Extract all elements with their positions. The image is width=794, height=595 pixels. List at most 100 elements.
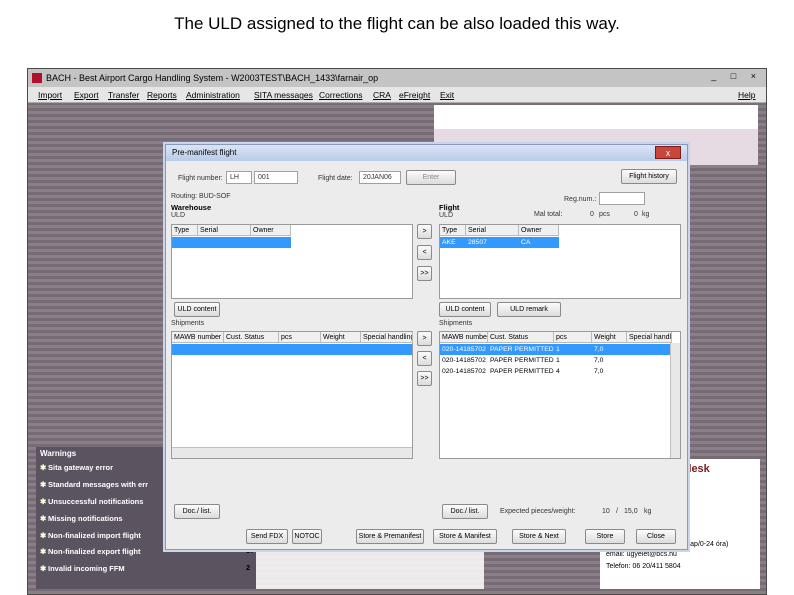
doc-list-button-left[interactable]: Doc./ list. xyxy=(174,504,220,519)
status-cell: PAPER PERMITTED xyxy=(490,357,554,364)
warehouse-shipments-label: Shipments xyxy=(171,320,205,327)
app-logo-icon xyxy=(32,73,42,83)
menu-export[interactable]: Export xyxy=(74,87,99,103)
move-right-button[interactable]: > xyxy=(417,331,432,346)
menu-corrections[interactable]: Corrections xyxy=(319,87,362,103)
table-row[interactable]: AKE 28507 CA xyxy=(440,237,559,248)
slide-caption: The ULD assigned to the flight can be al… xyxy=(174,14,620,33)
window-controls[interactable]: _ □ × xyxy=(711,71,762,85)
mawb-cell: 020-14185702 xyxy=(442,346,486,353)
warehouse-uld-label: ULD xyxy=(171,212,186,219)
store-button[interactable]: Store xyxy=(585,529,625,544)
flight-date-input[interactable]: 20JAN06 xyxy=(359,171,401,184)
mal-pcs-unit: pcs xyxy=(599,211,610,218)
menu-bar: Import Export Transfer Reports Administr… xyxy=(28,87,766,103)
notoc-button[interactable]: NOTOC xyxy=(292,529,322,544)
menu-cra[interactable]: CRA xyxy=(373,87,391,103)
flight-date-label: Flight date: xyxy=(318,175,353,182)
close-button[interactable]: Close xyxy=(636,529,676,544)
uld-remark-button[interactable]: ULD remark xyxy=(497,302,561,317)
mal-total-label: Mal total: xyxy=(534,211,563,218)
helpdesk-hours: (7 ap/0-24 óra) xyxy=(682,541,729,548)
table-row[interactable] xyxy=(172,344,412,355)
warning-label: Missing notifications xyxy=(48,514,123,523)
column-header[interactable]: Owner xyxy=(519,225,559,236)
move-right-button[interactable]: > xyxy=(417,224,432,239)
bullet-icon: ✱ xyxy=(40,463,47,472)
column-header[interactable]: MAWB number xyxy=(172,332,224,343)
column-header[interactable]: Type xyxy=(172,225,198,236)
menu-help[interactable]: Help xyxy=(738,87,755,103)
column-header[interactable]: Cust. Status xyxy=(224,332,279,343)
expected-sep: / xyxy=(616,508,618,515)
flight-shipments-grid[interactable]: MAWB number Cust. Status pcs Weight Spec… xyxy=(439,331,681,459)
bullet-icon: ✱ xyxy=(40,514,47,523)
doc-list-button-right[interactable]: Doc./ list. xyxy=(442,504,488,519)
flight-uld-grid[interactable]: Type Serial Owner AKE 28507 CA xyxy=(439,224,681,299)
column-header[interactable]: Serial xyxy=(466,225,519,236)
menu-import[interactable]: Import xyxy=(38,87,62,103)
column-header[interactable]: Weight xyxy=(321,332,361,343)
menu-reports[interactable]: Reports xyxy=(147,87,177,103)
close-icon[interactable]: x xyxy=(655,146,681,159)
uld-content-button-right[interactable]: ULD content xyxy=(439,302,491,317)
warning-label: Sita gateway error xyxy=(48,463,114,472)
mal-pcs-value: 0 xyxy=(590,211,594,218)
table-row[interactable] xyxy=(172,237,291,248)
move-left-button[interactable]: < xyxy=(417,351,432,366)
app-title-bar: BACH - Best Airport Cargo Handling Syste… xyxy=(28,69,766,87)
menu-efreight[interactable]: eFreight xyxy=(399,87,430,103)
enter-button[interactable]: Enter xyxy=(406,170,456,185)
warning-count: 2 xyxy=(246,563,251,572)
send-fdx-button[interactable]: Send FDX xyxy=(246,529,288,544)
store-manifest-button[interactable]: Store & Manifest xyxy=(433,529,497,544)
mal-kg-unit: kg xyxy=(642,211,650,218)
menu-sita-messages[interactable]: SITA messages xyxy=(254,87,313,103)
column-header[interactable]: pcs xyxy=(279,332,321,343)
flight-number-prefix-input[interactable]: LH xyxy=(226,171,252,184)
vertical-scrollbar[interactable] xyxy=(670,343,680,458)
flight-history-button[interactable]: Flight history xyxy=(621,169,677,184)
warnings-title: Warnings xyxy=(40,449,77,458)
column-header[interactable]: Cust. Status xyxy=(488,332,554,343)
flight-number-input[interactable]: 001 xyxy=(254,171,298,184)
warning-label: Invalid incoming FFM xyxy=(48,564,125,573)
bullet-icon: ✱ xyxy=(40,480,47,489)
table-row[interactable]: 020-14185702 PAPER PERMITTED 1 7,0 xyxy=(440,355,672,366)
warning-label: Non-finalized import flight xyxy=(48,531,141,540)
reg-num-label: Reg.num.: xyxy=(564,196,597,203)
uld-content-button-left[interactable]: ULD content xyxy=(174,302,220,317)
menu-exit[interactable]: Exit xyxy=(440,87,454,103)
horizontal-scrollbar[interactable] xyxy=(172,447,412,458)
store-next-button[interactable]: Store & Next xyxy=(512,529,566,544)
column-header[interactable]: Type xyxy=(440,225,466,236)
menu-administration[interactable]: Administration xyxy=(186,87,240,103)
table-row[interactable]: 020-14185702 PAPER PERMITTED 4 7,0 xyxy=(440,366,672,377)
pcs-cell: 1 xyxy=(556,357,560,364)
move-all-button[interactable]: >> xyxy=(417,266,432,281)
weight-cell: 7,0 xyxy=(594,346,604,353)
column-header[interactable]: pcs xyxy=(554,332,592,343)
column-header[interactable]: Owner xyxy=(251,225,291,236)
menu-transfer[interactable]: Transfer xyxy=(108,87,139,103)
bullet-icon: ✱ xyxy=(40,547,47,556)
move-left-button[interactable]: < xyxy=(417,245,432,260)
store-premanifest-button[interactable]: Store & Premanifest xyxy=(356,529,424,544)
column-header[interactable]: Serial xyxy=(198,225,251,236)
weight-cell: 7,0 xyxy=(594,368,604,375)
column-header[interactable]: Special handl xyxy=(627,332,672,343)
column-header[interactable]: MAWB number xyxy=(440,332,488,343)
bullet-icon: ✱ xyxy=(40,564,47,573)
status-cell: PAPER PERMITTED xyxy=(490,368,554,375)
routing-label: Routing: BUD-SOF xyxy=(171,193,231,200)
table-row[interactable]: 020-14185702 PAPER PERMITTED 1 7,0 xyxy=(440,344,672,355)
column-header[interactable]: Special handling xyxy=(361,332,413,343)
mawb-cell: 020-14185702 xyxy=(442,357,486,364)
move-all-button[interactable]: >> xyxy=(417,371,432,386)
warehouse-uld-grid[interactable]: Type Serial Owner xyxy=(171,224,413,299)
reg-num-input[interactable] xyxy=(599,192,645,205)
warning-item[interactable]: ✱ Invalid incoming FFM xyxy=(40,562,255,576)
bullet-icon: ✱ xyxy=(40,497,47,506)
column-header[interactable]: Weight xyxy=(592,332,627,343)
warehouse-shipments-grid[interactable]: MAWB number Cust. Status pcs Weight Spec… xyxy=(171,331,413,459)
